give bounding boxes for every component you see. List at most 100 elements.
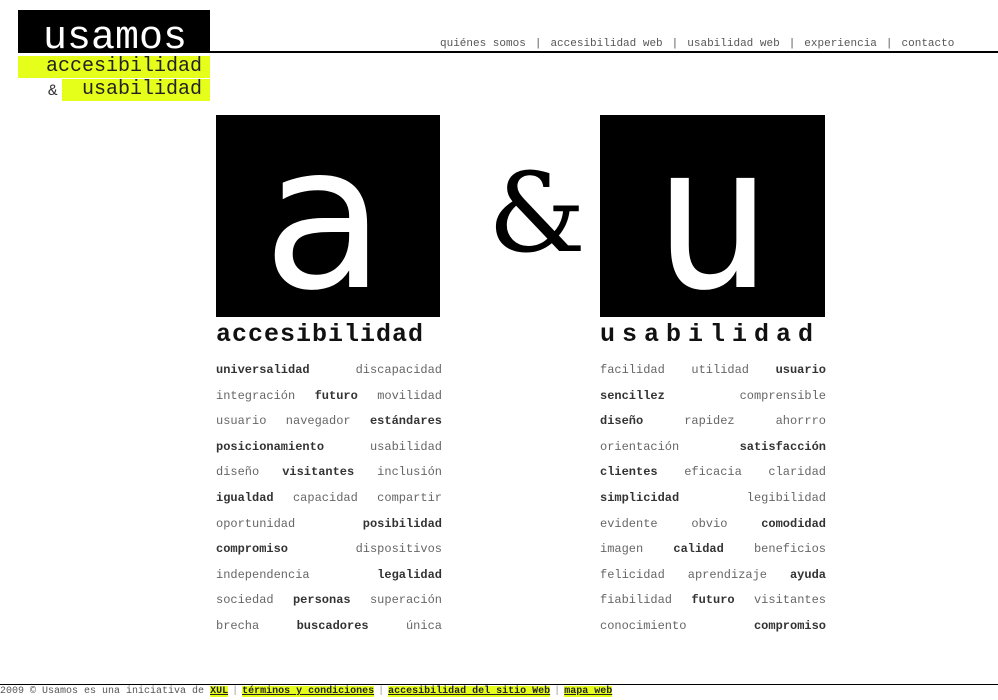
- accesibilidad-keyword: movilidad: [377, 388, 442, 403]
- footer: 2009 © Usamos es una iniciativa de XUL | t…: [0, 686, 613, 697]
- accesibilidad-keyword: inclusión: [377, 465, 442, 480]
- logo-text: usamos: [43, 16, 188, 61]
- usabilidad-keyword: claridad: [768, 465, 826, 480]
- letter-u-graphic: u: [652, 115, 772, 317]
- footer-link-xul[interactable]: XUL: [210, 686, 229, 697]
- accesibilidad-word-row: diseño visitantes inclusión: [216, 463, 442, 489]
- usabilidad-keyword: conocimiento: [600, 618, 687, 633]
- accesibilidad-keyword: estándares: [369, 414, 442, 429]
- usabilidad-word-row: simplicidad legibilidad: [600, 489, 826, 515]
- footer-link-mapa-web[interactable]: mapa web: [564, 686, 613, 697]
- usabilidad-keyword: imagen: [600, 542, 644, 557]
- nav-quienes-somos[interactable]: quiénes somos: [440, 38, 526, 50]
- header-divider: [18, 51, 998, 53]
- usabilidad-keyword: ahorrro: [775, 414, 826, 429]
- usabilidad-keyword: satisfacción: [739, 439, 826, 454]
- letter-a-tile: a: [216, 115, 440, 317]
- usabilidad-word-row: diseño rapidez ahorrro: [600, 412, 826, 438]
- accesibilidad-keyword: personas: [292, 593, 351, 608]
- usabilidad-keyword: aprendizaje: [687, 567, 767, 582]
- accesibilidad-word-row: sociedad personas superación: [216, 591, 442, 617]
- footer-link-accesibilidad-sitio[interactable]: accesibilidad del sitio Web: [388, 686, 551, 697]
- usabilidad-keyword: orientación: [600, 439, 680, 454]
- usabilidad-keyword: fiabilidad: [600, 593, 673, 608]
- letter-u-tile: u: [600, 115, 825, 317]
- accesibilidad-keyword: sociedad: [216, 593, 274, 608]
- accesibilidad-keyword: capacidad: [292, 490, 358, 505]
- nav-contacto[interactable]: contacto: [902, 38, 955, 50]
- accesibilidad-word-row: independencia legalidad: [216, 566, 442, 592]
- usabilidad-keyword: comprensible: [739, 388, 826, 403]
- accesibilidad-keyword: única: [405, 618, 442, 633]
- accesibilidad-word-row: integración futuro movilidad: [216, 387, 442, 413]
- accesibilidad-keyword: brecha: [216, 618, 260, 633]
- nav-usabilidad-web[interactable]: usabilidad web: [687, 38, 779, 50]
- accesibilidad-word-row: compromiso dispositivos: [216, 540, 442, 566]
- letter-a-graphic: a: [263, 115, 386, 317]
- letter-u: u: [652, 115, 772, 317]
- nav-experiencia[interactable]: experiencia: [804, 38, 877, 50]
- usabilidad-keyword: clientes: [600, 465, 658, 480]
- accesibilidad-word-row: posicionamiento usabilidad: [216, 438, 442, 464]
- usabilidad-word-list: facilidad utilidad usuario sencillez compren…: [600, 361, 826, 643]
- accesibilidad-keyword: posibilidad: [362, 516, 442, 531]
- accesibilidad-keyword: futuro: [314, 388, 358, 403]
- usabilidad-keyword: legibilidad: [746, 490, 826, 505]
- usabilidad-word-row: imagen calidad beneficios: [600, 540, 826, 566]
- usabilidad-word-row: conocimiento compromiso: [600, 617, 826, 643]
- ampersand: &: [488, 149, 586, 277]
- usabilidad-keyword: calidad: [673, 542, 724, 557]
- accesibilidad-keyword: superación: [369, 593, 442, 608]
- accesibilidad-keyword: integración: [216, 388, 296, 403]
- tagline-usabilidad: usabilidad: [62, 79, 210, 101]
- accesibilidad-keyword: usuario: [216, 414, 267, 429]
- usabilidad-keyword: ayuda: [789, 567, 826, 582]
- accesibilidad-keyword: legalidad: [377, 567, 442, 582]
- usabilidad-keyword: sencillez: [600, 388, 665, 403]
- usabilidad-keyword: utilidad: [691, 363, 749, 377]
- accesibilidad-keyword: compartir: [377, 490, 442, 505]
- accesibilidad-keyword: usabilidad: [369, 439, 442, 454]
- accesibilidad-keyword: diseño: [216, 465, 260, 480]
- footer-divider: [0, 684, 998, 685]
- usabilidad-keyword: compromiso: [753, 618, 826, 633]
- accesibilidad-keyword: independencia: [216, 567, 310, 582]
- usabilidad-keyword: comodidad: [761, 516, 826, 531]
- main-nav: quiénes somos | accesibilidad web | usabilid…: [440, 38, 955, 50]
- usabilidad-keyword: diseño: [600, 414, 644, 429]
- usabilidad-word-row: sencillez comprensible: [600, 387, 826, 413]
- usabilidad-word-row: felicidad aprendizaje ayuda: [600, 566, 826, 592]
- usabilidad-word-row: evidente obvio comodidad: [600, 515, 826, 541]
- accesibilidad-keyword: navegador: [285, 414, 351, 429]
- accesibilidad-keyword: igualdad: [216, 490, 274, 505]
- footer-link-terminos[interactable]: términos y condiciones: [242, 686, 375, 697]
- usabilidad-keyword: obvio: [691, 516, 728, 531]
- usabilidad-word-row: clientes eficacia claridad: [600, 463, 826, 489]
- usabilidad-title: usabilidad: [600, 320, 821, 349]
- usabilidad-keyword: futuro: [691, 593, 735, 608]
- usabilidad-keyword: eficacia: [684, 465, 742, 480]
- usabilidad-keyword: evidente: [600, 516, 658, 531]
- accesibilidad-word-list: universalidad discapacidad integración futu…: [216, 361, 442, 643]
- tagline-accesibilidad: accesibilidad: [18, 56, 210, 78]
- logo[interactable]: usamos: [18, 10, 210, 60]
- accesibilidad-keyword: discapacidad: [355, 363, 442, 377]
- usabilidad-keyword: beneficios: [753, 542, 826, 557]
- letter-a: a: [263, 115, 386, 317]
- usabilidad-word-row: orientación satisfacción: [600, 438, 826, 464]
- tagline-ampersand: &: [48, 82, 58, 100]
- footer-copyright: 2009 © Usamos es una iniciativa de: [0, 686, 205, 697]
- usabilidad-word-row: facilidad utilidad usuario: [600, 361, 826, 387]
- accesibilidad-word-row: universalidad discapacidad: [216, 361, 442, 387]
- accesibilidad-word-row: oportunidad posibilidad: [216, 515, 442, 541]
- nav-accesibilidad-web[interactable]: accesibilidad web: [550, 38, 662, 50]
- accesibilidad-keyword: universalidad: [216, 363, 310, 377]
- usabilidad-keyword: visitantes: [753, 593, 826, 608]
- accesibilidad-keyword: oportunidad: [216, 516, 296, 531]
- accesibilidad-keyword: visitantes: [282, 465, 355, 480]
- accesibilidad-keyword: buscadores: [296, 618, 369, 633]
- accesibilidad-word-row: igualdad capacidad compartir: [216, 489, 442, 515]
- usabilidad-keyword: simplicidad: [600, 490, 680, 505]
- usabilidad-word-row: fiabilidad futuro visitantes: [600, 591, 826, 617]
- usabilidad-keyword: facilidad: [600, 363, 665, 377]
